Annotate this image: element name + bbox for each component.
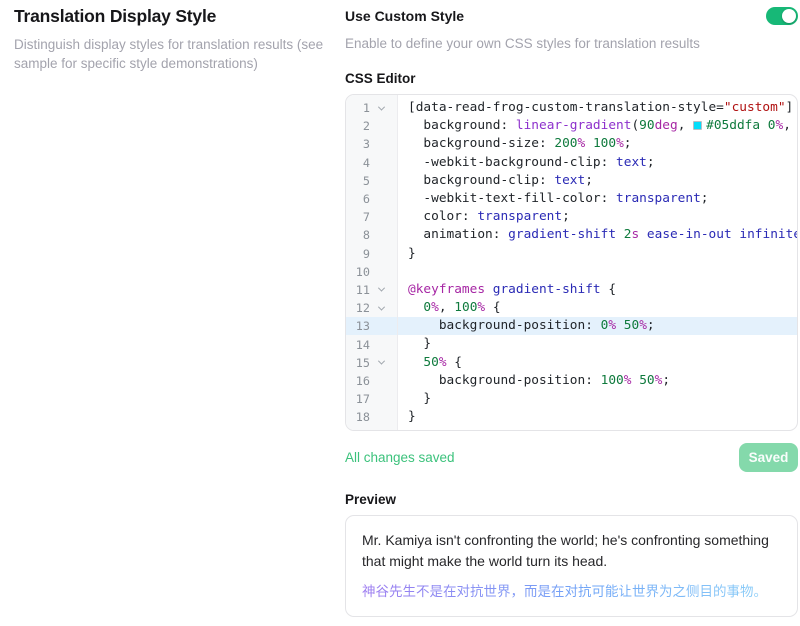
code-line[interactable]: color: transparent; [398,208,797,226]
settings-item-info: Translation Display Style Distinguish di… [14,6,336,73]
use-custom-style-label: Use Custom Style [345,8,464,24]
line-number: 6 [346,192,370,206]
line-number: 4 [346,156,370,170]
code-line[interactable]: -webkit-background-clip: text; [398,154,797,172]
css-editor-label: CSS Editor [345,71,798,86]
preview-box: Mr. Kamiya isn't confronting the world; … [345,515,798,617]
chevron-down-icon[interactable] [370,306,392,311]
line-number: 15 [346,356,370,370]
chevron-down-icon[interactable] [370,106,392,111]
code-line[interactable] [398,263,797,281]
line-number: 3 [346,137,370,151]
line-number: 13 [346,319,370,333]
line-number: 2 [346,119,370,133]
code-line[interactable]: } [398,245,797,263]
chevron-down-icon[interactable] [370,360,392,365]
line-number: 12 [346,301,370,315]
saved-button[interactable]: Saved [739,443,798,472]
code-line[interactable]: background-size: 200% 100%; [398,135,797,153]
page-description: Distinguish display styles for translati… [14,36,336,73]
code-line[interactable]: background-position: 0% 50%; [398,317,797,335]
line-number: 11 [346,283,370,297]
settings-item-content: Use Custom Style Enable to define your o… [345,0,798,617]
use-custom-style-row: Use Custom Style [345,6,798,26]
line-number: 1 [346,101,370,115]
code-line[interactable]: } [398,390,797,408]
editor-gutter: 123456789101112131415161718 [346,95,398,430]
color-swatch-icon[interactable] [693,121,702,130]
code-line[interactable]: background-position: 100% 50%; [398,372,797,390]
code-line[interactable]: animation: gradient-shift 2s ease-in-out… [398,226,797,244]
code-line[interactable]: background: linear-gradient(90deg, #05dd… [398,117,797,135]
line-number: 18 [346,410,370,424]
line-number: 10 [346,265,370,279]
code-line[interactable]: background-clip: text; [398,172,797,190]
line-number: 16 [346,374,370,388]
preview-translation-text: 神谷先生不是在对抗世界，而是在对抗可能让世界为之侧目的事物。 [362,583,781,602]
code-line[interactable]: } [398,335,797,353]
line-number: 9 [346,247,370,261]
code-line[interactable]: 0%, 100% { [398,299,797,317]
css-editor[interactable]: 123456789101112131415161718 [data-read-f… [345,94,798,431]
code-line[interactable]: [data-read-frog-custom-translation-style… [398,99,797,117]
code-line[interactable]: } [398,408,797,426]
save-status-text: All changes saved [345,450,455,465]
preview-label: Preview [345,492,798,507]
save-status-row: All changes saved Saved [345,443,798,472]
preview-original-text: Mr. Kamiya isn't confronting the world; … [362,530,781,572]
line-number: 17 [346,392,370,406]
line-number: 7 [346,210,370,224]
line-number: 8 [346,228,370,242]
use-custom-style-toggle[interactable] [766,7,798,25]
code-line[interactable]: @keyframes gradient-shift { [398,281,797,299]
code-line[interactable]: 50% { [398,354,797,372]
line-number: 14 [346,338,370,352]
use-custom-style-description: Enable to define your own CSS styles for… [345,36,798,51]
code-line[interactable]: -webkit-text-fill-color: transparent; [398,190,797,208]
chevron-down-icon[interactable] [370,287,392,292]
toggle-knob-icon [782,9,796,23]
line-number: 5 [346,174,370,188]
page-title: Translation Display Style [14,6,336,27]
editor-code-area[interactable]: [data-read-frog-custom-translation-style… [398,95,797,430]
